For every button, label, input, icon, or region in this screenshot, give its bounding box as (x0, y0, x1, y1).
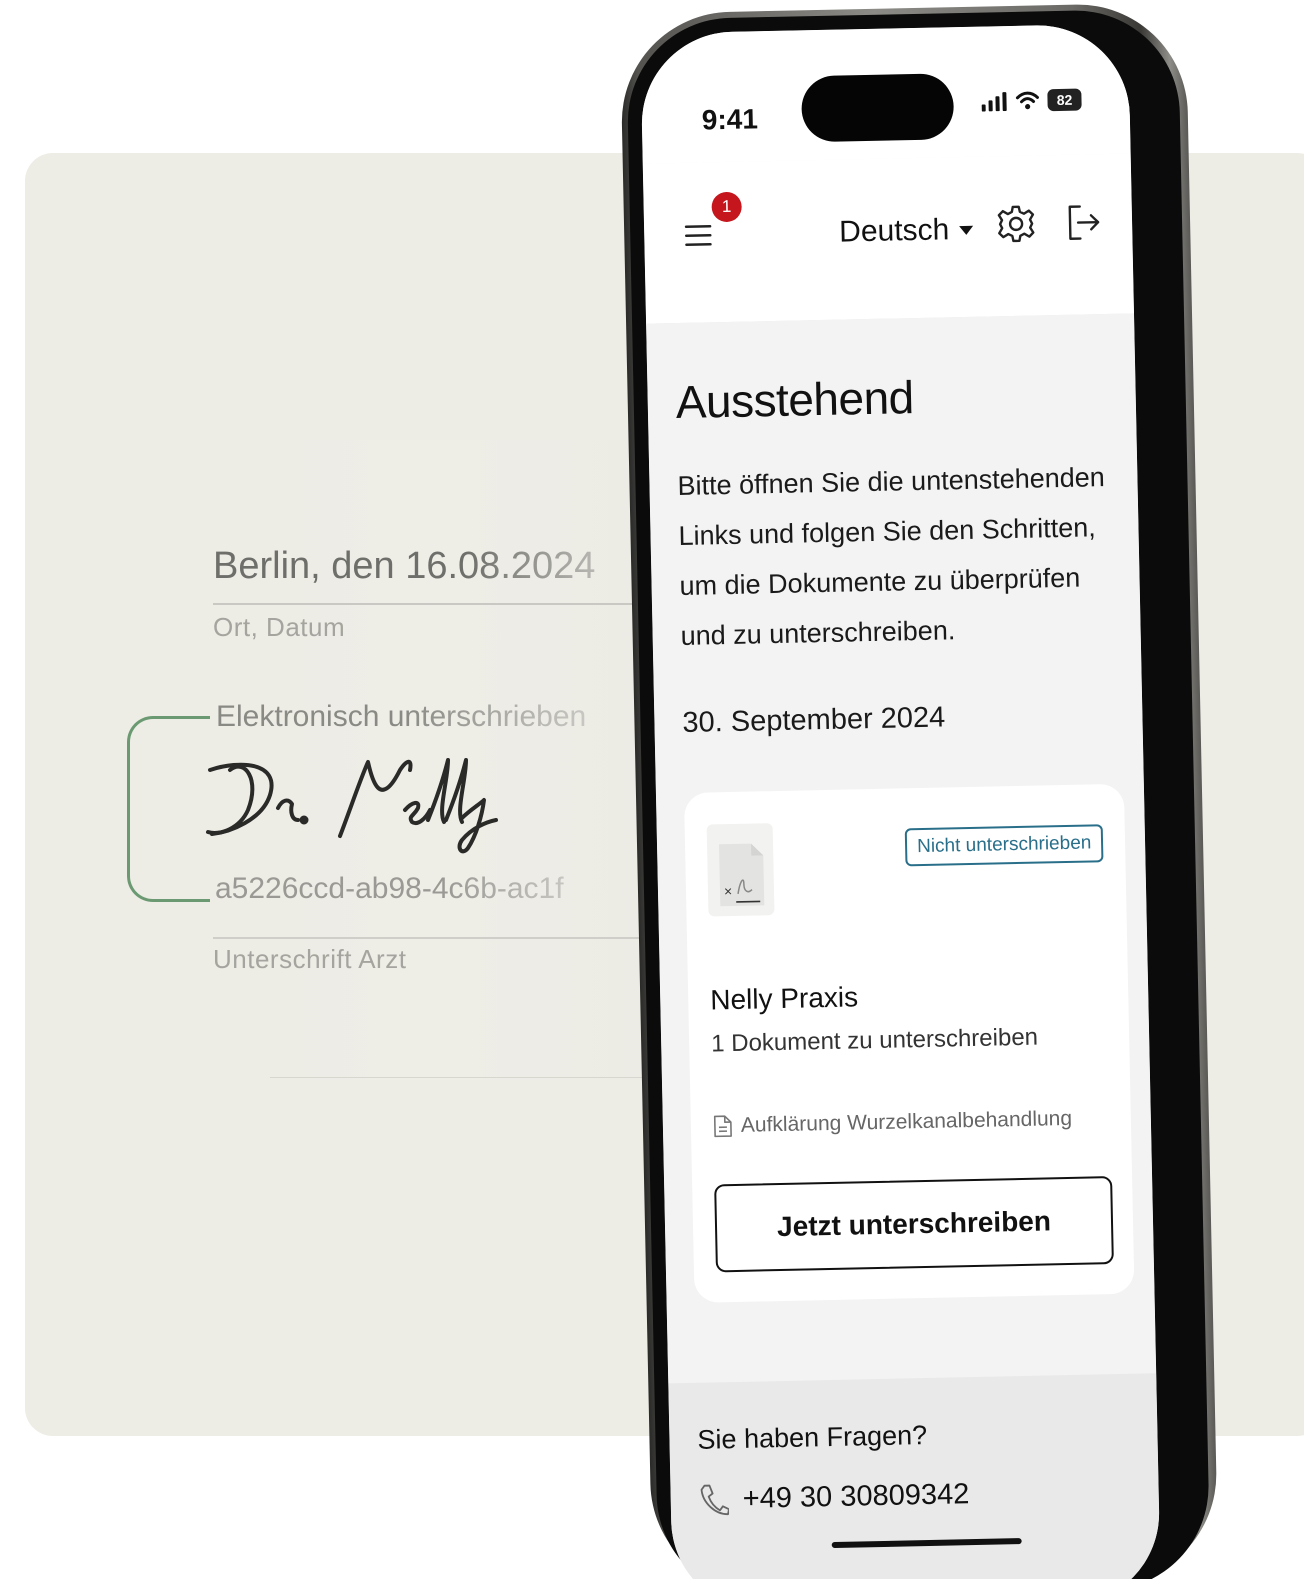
document-divider (270, 1077, 650, 1078)
place-date-label: Ort, Datum (213, 612, 346, 642)
place-date-value: Berlin, den 16.08.2024 (213, 545, 596, 587)
document-icon (713, 1115, 732, 1138)
battery-icon: 82 (1047, 88, 1082, 112)
caret-down-icon (959, 225, 974, 235)
phone-icon (700, 1484, 730, 1516)
handwritten-signature (206, 758, 498, 854)
language-selector[interactable]: Deutsch (839, 213, 974, 250)
main-content: Ausstehend Bitte öffnen Sie die untenste… (646, 313, 1157, 1384)
help-title: Sie haben Fragen? (697, 1420, 928, 1455)
page-title: Ausstehend (675, 371, 915, 429)
phone-screen: 9:41 82 1 Deutsch Ausstehend Bitte öffne… (640, 23, 1162, 1579)
phone-mockup: 9:41 82 1 Deutsch Ausstehend Bitte öffne… (619, 2, 1223, 1579)
phone-number: +49 30 30809342 (742, 1477, 970, 1515)
practice-name: Nelly Praxis (709, 981, 859, 1016)
language-label: Deutsch (838, 213, 950, 249)
wifi-icon (1015, 91, 1039, 110)
page-description: Bitte öffnen Sie die untenstehenden Link… (677, 462, 1106, 651)
document-count: 1 Dokument zu unterschreiben (710, 1023, 1039, 1058)
phone-contact-link[interactable]: +49 30 30809342 (698, 1477, 970, 1517)
dynamic-island (800, 73, 955, 143)
logout-icon[interactable] (1066, 202, 1103, 243)
doctor-signature-label: Unterschrift Arzt (213, 944, 407, 974)
document-file-name: Aufklärung Wurzelkanalbehandlung (740, 1106, 1073, 1137)
hamburger-menu-icon (684, 225, 712, 247)
status-bar: 9:41 82 (640, 23, 1131, 164)
marketing-stage: Berlin, den 16.08.2024 Ort, Datum Elektr… (0, 0, 1304, 1579)
signature-hash: a5226ccd-ab98-4c6b-ac1f (215, 872, 564, 905)
status-time: 9:41 (701, 103, 759, 136)
pending-document-card: × Nicht unterschrieben Nelly Praxis 1 Do… (683, 783, 1135, 1303)
phone-bezel: 9:41 82 1 Deutsch Ausstehend Bitte öffne… (625, 8, 1211, 1579)
sign-now-button[interactable]: Jetzt unterschreiben (714, 1176, 1114, 1273)
hamburger-menu-button[interactable]: 1 (684, 191, 742, 253)
help-footer: Sie haben Fragen? +49 30 30809342 (668, 1373, 1162, 1579)
signature-document-icon: × (719, 843, 765, 907)
notification-badge: 1 (711, 191, 742, 223)
signature-bracket (127, 716, 210, 902)
electronic-signature-label: Elektronisch unterschrieben (216, 700, 587, 733)
gear-icon[interactable] (996, 203, 1037, 244)
document-link[interactable]: Aufklärung Wurzelkanalbehandlung (713, 1107, 1073, 1139)
signal-icon (981, 92, 1007, 112)
status-icons: 82 (981, 88, 1082, 112)
date-heading: 30. September 2024 (682, 701, 946, 739)
svg-text:×: × (724, 883, 733, 899)
signature-underline (213, 937, 643, 939)
status-badge: Nicht unterschrieben (904, 824, 1104, 867)
place-date-underline (213, 603, 643, 605)
document-thumbnail: × (706, 823, 775, 917)
app-header: 1 Deutsch (642, 153, 1135, 325)
